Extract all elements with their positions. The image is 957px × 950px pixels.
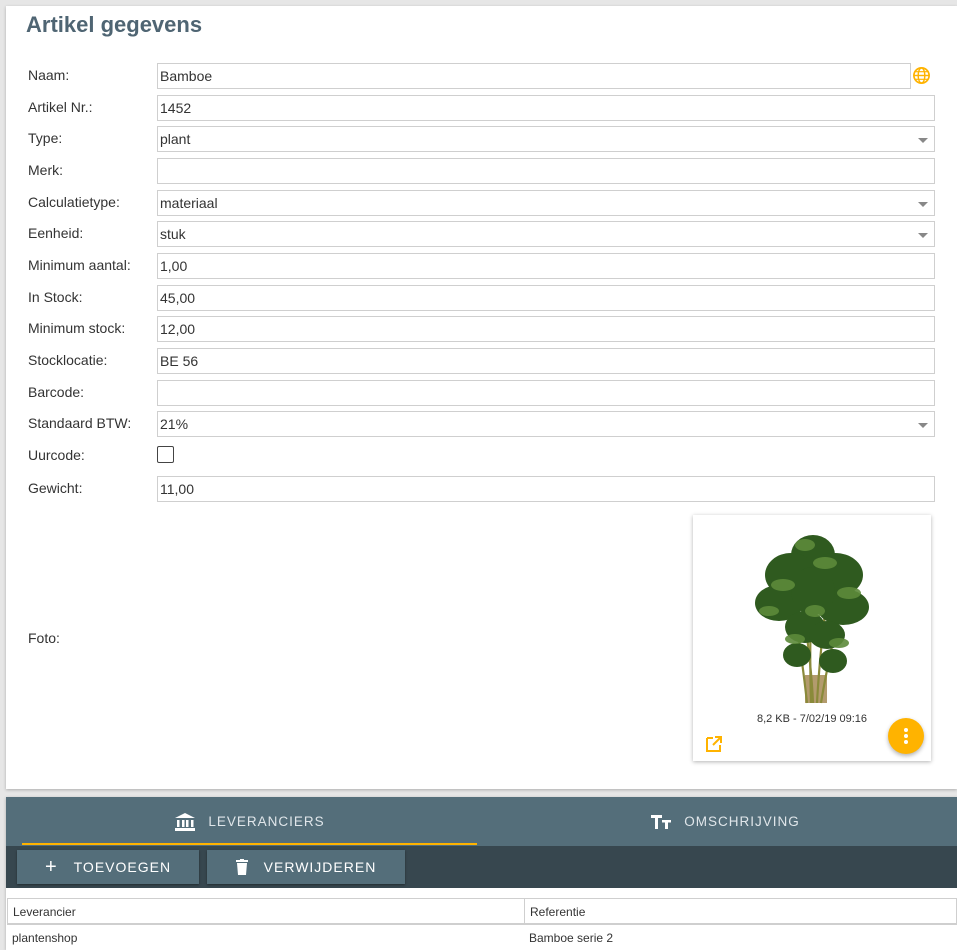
row-merk: Merk:	[6, 158, 957, 184]
naam-label: Naam:	[28, 67, 70, 83]
text-size-icon	[650, 812, 672, 832]
open-external-icon[interactable]	[705, 735, 723, 753]
type-label: Type:	[28, 130, 63, 146]
column-header-referentie[interactable]: Referentie	[530, 905, 585, 919]
globe-icon[interactable]	[912, 66, 931, 85]
trash-icon	[235, 859, 248, 875]
row-standaard-btw: Standaard BTW: 21%	[6, 411, 957, 437]
calculatietype-select[interactable]: materiaal	[157, 190, 935, 216]
page-title: Artikel gegevens	[26, 12, 203, 37]
gewicht-label: Gewicht:	[28, 480, 83, 496]
minimum-stock-label: Minimum stock:	[28, 320, 126, 336]
row-type: Type: plant	[6, 126, 957, 152]
tab-omschrijving-label: OMSCHRIJVING	[684, 814, 800, 829]
row-minimum-aantal: Minimum aantal: 1,00	[6, 253, 957, 279]
row-uurcode: Uurcode:	[6, 443, 957, 469]
row-calculatietype: Calculatietype: materiaal	[6, 190, 957, 216]
calculatietype-value: materiaal	[160, 195, 218, 211]
in-stock-label: In Stock:	[28, 289, 83, 305]
cell-referentie: Bamboe serie 2	[529, 931, 614, 945]
eenheid-value: stuk	[160, 226, 186, 242]
calculatietype-label: Calculatietype:	[28, 194, 120, 210]
type-value: plant	[160, 131, 191, 147]
merk-label: Merk:	[28, 162, 63, 178]
merk-input[interactable]	[157, 158, 935, 184]
gewicht-input[interactable]: 11,00	[157, 476, 935, 502]
minimum-stock-input[interactable]: 12,00	[157, 316, 935, 342]
eenheid-label: Eenheid:	[28, 225, 84, 241]
table-row[interactable]: plantenshop Bamboe serie 2	[7, 924, 957, 950]
chevron-down-icon[interactable]	[918, 423, 928, 428]
foto-label: Foto:	[28, 630, 60, 646]
add-button-label: TOEVOEGEN	[73, 859, 172, 875]
row-in-stock: In Stock: 45,00	[6, 285, 957, 311]
row-eenheid: Eenheid: stuk	[6, 221, 957, 247]
chevron-down-icon[interactable]	[918, 202, 928, 207]
stocklocatie-label: Stocklocatie:	[28, 352, 108, 368]
tab-omschrijving[interactable]: OMSCHRIJVING	[493, 797, 957, 846]
row-artikel-nr: Artikel Nr.: 1452	[6, 95, 957, 121]
minimum-aantal-label: Minimum aantal:	[28, 257, 131, 273]
standaard-btw-label: Standaard BTW:	[28, 415, 132, 431]
plus-icon: +	[44, 856, 58, 878]
naam-input[interactable]: Bamboe	[157, 63, 911, 89]
uurcode-checkbox[interactable]	[157, 446, 174, 463]
photo-card: 8,2 KB - 7/02/19 09:16	[693, 515, 931, 761]
cell-leverancier: plantenshop	[12, 931, 78, 945]
artikel-nr-label: Artikel Nr.:	[28, 99, 93, 115]
tab-leveranciers[interactable]: LEVERANCIERS	[6, 797, 493, 846]
type-select[interactable]: plant	[157, 126, 935, 152]
in-stock-input[interactable]: 45,00	[157, 285, 935, 311]
delete-button-label: VERWIJDEREN	[263, 859, 377, 875]
tab-leveranciers-label: LEVERANCIERS	[208, 814, 325, 829]
uurcode-label: Uurcode:	[28, 447, 85, 463]
barcode-label: Barcode:	[28, 384, 85, 400]
artikel-nr-input[interactable]: 1452	[157, 95, 935, 121]
chevron-down-icon[interactable]	[918, 233, 928, 238]
column-header-leverancier[interactable]: Leverancier	[13, 905, 76, 919]
table-header: Leverancier Referentie	[7, 898, 957, 925]
active-tab-indicator	[22, 843, 477, 845]
delete-button[interactable]: VERWIJDEREN	[207, 850, 405, 884]
row-gewicht: Gewicht: 11,00	[6, 476, 957, 502]
bamboo-plant-image[interactable]	[693, 515, 931, 711]
article-details-card: Artikel gegevens Naam: Bamboe Artikel Nr…	[6, 6, 957, 789]
more-vert-icon[interactable]	[888, 718, 924, 754]
barcode-input[interactable]	[157, 380, 935, 406]
row-barcode: Barcode:	[6, 380, 957, 406]
stocklocatie-input[interactable]: BE 56	[157, 348, 935, 374]
eenheid-select[interactable]: stuk	[157, 221, 935, 247]
tab-bar: LEVERANCIERS OMSCHRIJVING	[6, 797, 957, 846]
bank-icon	[174, 812, 196, 832]
row-stocklocatie: Stocklocatie: BE 56	[6, 348, 957, 374]
row-minimum-stock: Minimum stock: 12,00	[6, 316, 957, 342]
column-divider	[524, 899, 525, 925]
standaard-btw-value: 21%	[160, 416, 189, 432]
chevron-down-icon[interactable]	[918, 138, 928, 143]
minimum-aantal-input[interactable]: 1,00	[157, 253, 935, 279]
row-naam: Naam: Bamboe	[6, 63, 957, 89]
suppliers-toolbar: + TOEVOEGEN VERWIJDEREN	[6, 846, 957, 888]
standaard-btw-select[interactable]: 21%	[157, 411, 935, 437]
add-button[interactable]: + TOEVOEGEN	[17, 850, 199, 884]
